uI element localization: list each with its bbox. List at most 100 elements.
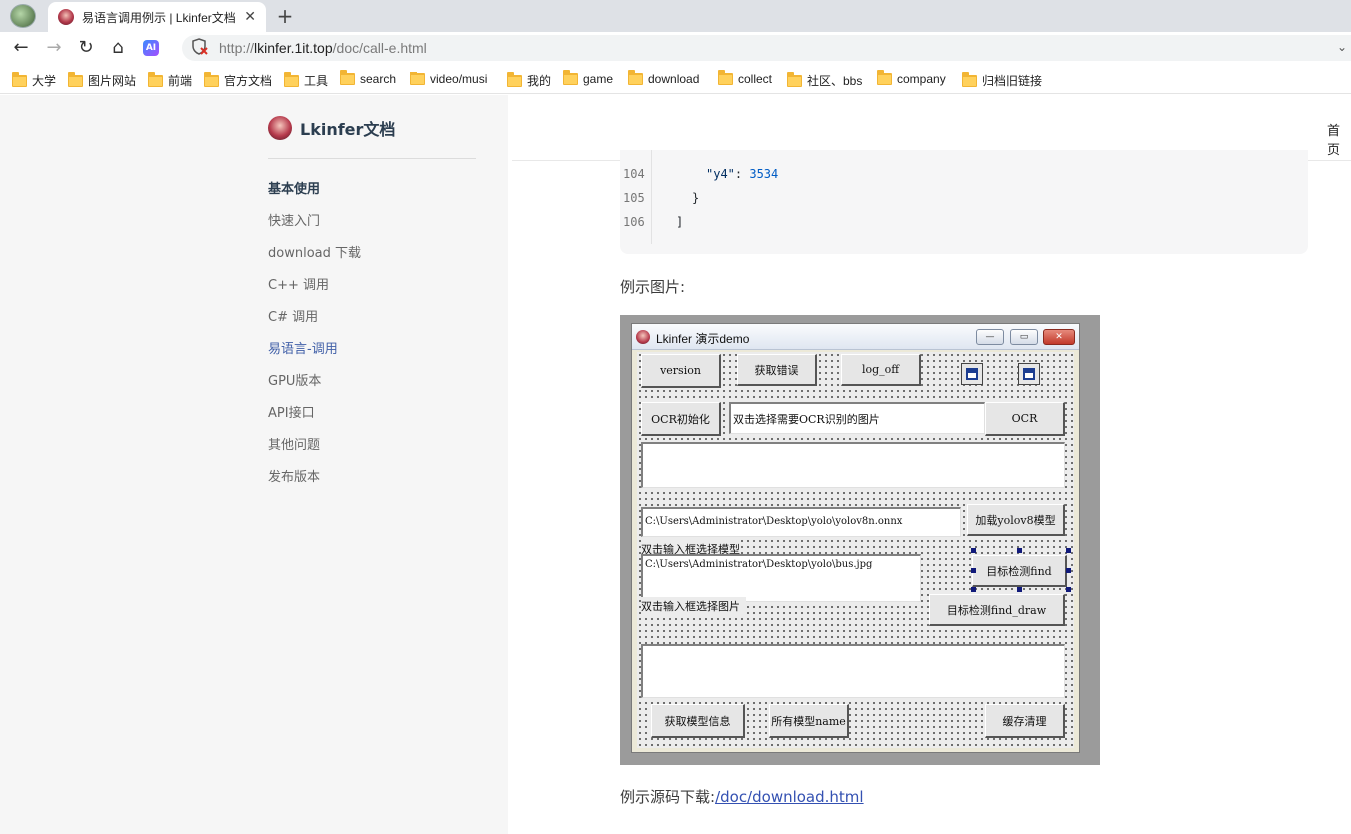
ai-assistant-icon[interactable]: AI [143, 40, 159, 56]
url-scheme: http:// [219, 40, 255, 56]
model-path-input: C:\Users\Administrator\Desktop\yolo\yolo… [641, 507, 961, 537]
ocr-init-button: OCR初始化 [641, 402, 721, 436]
bookmark-folder[interactable]: 图片网站 [68, 71, 136, 89]
url-host: lkinfer.1it.top [254, 40, 333, 56]
bookmark-folder[interactable]: download [628, 70, 699, 86]
selection-handle [1017, 548, 1022, 553]
calendar-icon [961, 363, 983, 385]
site-name: Lkinfer文档 [300, 120, 396, 139]
sidebar-item-csharp[interactable]: C# 调用 [268, 306, 318, 325]
selection-handle [971, 548, 976, 553]
forward-button[interactable]: → [43, 38, 65, 58]
selection-handle [1066, 568, 1071, 573]
bookmark-folder[interactable]: 前端 [148, 71, 192, 89]
code-line: ] [676, 215, 684, 229]
source-download-paragraph: 例示源码下载:/doc/download.html [620, 786, 864, 807]
bookmark-folder[interactable]: search [340, 70, 396, 86]
bookmark-folder[interactable]: 大学 [12, 71, 56, 89]
folder-icon [877, 70, 892, 85]
code-line: "y4": 3534 [706, 167, 779, 181]
folder-icon [410, 72, 425, 85]
sidebar-item-releases[interactable]: 发布版本 [268, 466, 320, 485]
selection-handle [1066, 548, 1071, 553]
image-path-input: C:\Users\Administrator\Desktop\yolo\bus.… [641, 554, 921, 602]
not-secure-shield-icon[interactable] [191, 38, 209, 56]
folder-icon [787, 71, 802, 87]
bookmark-folder[interactable]: collect [718, 70, 772, 86]
log-off-button: log_off [841, 354, 921, 386]
find-draw-button: 目标检测find_draw [929, 594, 1065, 626]
close-icon: ✕ [1043, 329, 1075, 345]
minimize-icon: — [976, 329, 1004, 345]
line-number: 104 [623, 167, 645, 181]
maximize-icon: ▭ [1010, 329, 1038, 345]
sidebar-item-gpu[interactable]: GPU版本 [268, 370, 321, 389]
ocr-button: OCR [985, 402, 1065, 436]
select-image-label: 双击输入框选择图片 [641, 597, 746, 615]
tab-title: 易语言调用例示 | Lkinfer文档 [82, 10, 236, 25]
site-brand[interactable]: Lkinfer文档 [268, 116, 395, 140]
sidebar-item-api[interactable]: API接口 [268, 402, 315, 421]
sidebar-item-quickstart[interactable]: 快速入门 [268, 210, 320, 229]
ocr-output-box [641, 442, 1065, 488]
demo-window: Lkinfer 演示demo — ▭ ✕ version 获取错误 log_of… [631, 323, 1080, 753]
source-download-link[interactable]: /doc/download.html [715, 788, 864, 806]
all-models-button: 所有模型name [769, 704, 849, 738]
bookmark-folder[interactable]: video/musi [410, 72, 494, 86]
ocr-image-input: 双击选择需要OCR识别的图片 [729, 402, 985, 434]
demo-client-area: version 获取错误 log_off OCR初始化 双击选择需要OCR识别的… [637, 352, 1074, 748]
folder-icon [507, 71, 522, 87]
sidebar-section-heading[interactable]: 基本使用 [268, 178, 320, 197]
back-button[interactable]: ← [10, 38, 32, 58]
version-button: version [641, 354, 721, 388]
bookmark-folder[interactable]: company [877, 70, 946, 86]
sidebar-item-faq[interactable]: 其他问题 [268, 434, 320, 453]
bookmark-folder[interactable]: 官方文档 [204, 71, 272, 89]
folder-icon [962, 71, 977, 87]
app-icon [636, 330, 650, 344]
demo-title: Lkinfer 演示demo [656, 332, 750, 346]
sidebar-item-download[interactable]: download 下载 [268, 242, 361, 261]
tab-close-icon[interactable]: ✕ [244, 9, 256, 25]
folder-icon [284, 71, 299, 87]
get-error-button: 获取错误 [737, 354, 817, 386]
selection-handle [971, 587, 976, 592]
folder-icon [12, 71, 27, 87]
omnibox-dropdown-icon[interactable]: ⌄ [1337, 40, 1347, 54]
sidebar-item-cpp[interactable]: C++ 调用 [268, 274, 329, 293]
sidebar-item-e-language[interactable]: 易语言-调用 [268, 338, 338, 357]
clear-cache-button: 缓存清理 [985, 704, 1065, 738]
reload-button[interactable]: ↻ [75, 38, 97, 58]
new-tab-button[interactable]: + [273, 4, 297, 28]
bookmark-folder[interactable]: 我的 [507, 71, 551, 89]
top-nav-home-link[interactable]: 首页 [1327, 120, 1351, 158]
line-number: 106 [623, 215, 645, 229]
site-favicon-icon [58, 9, 74, 25]
active-tab[interactable]: 易语言调用例示 | Lkinfer文档 ✕ [48, 2, 266, 32]
selection-handle [971, 568, 976, 573]
bookmark-folder[interactable]: 工具 [284, 71, 328, 89]
home-button[interactable]: ⌂ [107, 38, 129, 58]
find-button: 目标检测find [972, 555, 1067, 587]
bookmark-folder[interactable]: game [563, 70, 613, 86]
folder-icon [563, 70, 578, 85]
selection-handle [1066, 587, 1071, 592]
folder-icon [718, 70, 733, 85]
folder-icon [148, 71, 163, 87]
url-path: /doc/call-e.html [332, 40, 427, 56]
folder-icon [628, 70, 643, 85]
folder-icon [340, 70, 355, 85]
folder-icon [68, 71, 83, 87]
load-yolo-button: 加载yolov8模型 [967, 504, 1065, 536]
url-text[interactable]: http://lkinfer.1it.top/doc/call-e.html [219, 40, 427, 56]
detect-output-box [641, 644, 1065, 698]
divider [268, 158, 476, 159]
bookmarks-bar: 大学 图片网站 前端 官方文档 工具 search video/musi 我的 … [0, 66, 1351, 94]
code-line: } [692, 191, 700, 205]
code-block: 104 105 106 "y4": 3534 } ] [620, 150, 1308, 254]
bookmark-folder[interactable]: 归档旧链接 [962, 71, 1042, 89]
profile-avatar[interactable] [10, 4, 36, 28]
tab-strip: 易语言调用例示 | Lkinfer文档 ✕ + [0, 0, 1351, 32]
selection-handle [1017, 587, 1022, 592]
bookmark-folder[interactable]: 社区、bbs [787, 71, 862, 89]
